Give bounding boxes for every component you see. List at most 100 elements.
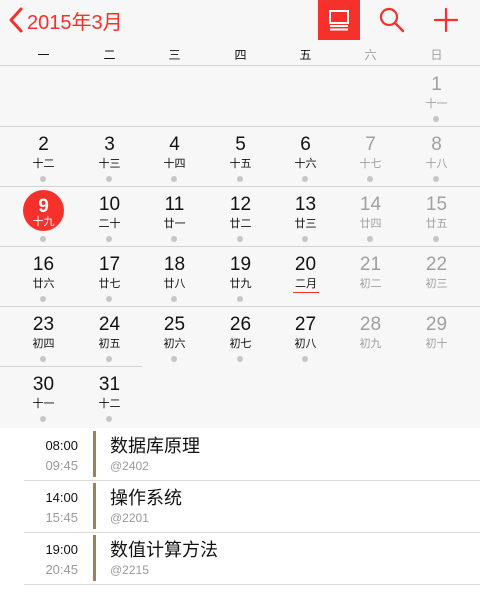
day-cell[interactable]: 10 二十 — [77, 187, 142, 247]
event-dot — [106, 176, 112, 182]
chevron-left-icon — [9, 7, 23, 33]
day-cell[interactable]: 18 廿八 — [142, 247, 207, 307]
day-number: 10 — [98, 194, 121, 215]
lunar-date: 廿一 — [163, 218, 186, 230]
day-number: 17 — [98, 254, 121, 275]
day-cell[interactable]: 29 初十 — [404, 307, 469, 367]
event-dot — [106, 416, 112, 422]
event-start-time: 14:00 — [45, 490, 78, 505]
weekday-header: 一 二 三 四 五 六 日 — [0, 40, 480, 66]
event-dot — [40, 296, 46, 302]
day-number: 31 — [98, 374, 121, 395]
day-number: 30 — [32, 374, 55, 395]
day-number: 25 — [163, 314, 186, 335]
day-cell[interactable]: 21 初二 — [338, 247, 403, 307]
nav-bar: 2015年3月 — [0, 0, 480, 40]
day-number: 5 — [235, 134, 246, 155]
lunar-date: 十六 — [294, 158, 317, 170]
day-cell[interactable]: 26 初七 — [208, 307, 273, 367]
event-start-time: 19:00 — [45, 542, 78, 557]
weekday-label: 六 — [364, 48, 377, 62]
lunar-date: 初六 — [163, 338, 186, 350]
day-cell[interactable]: 8 十八 — [404, 127, 469, 187]
day-cell[interactable]: 27 初八 — [273, 307, 338, 367]
list-view-button[interactable] — [318, 0, 360, 40]
event-item[interactable]: 14:00 15:45 操作系统 @2201 — [0, 480, 480, 532]
day-cell[interactable]: 20 二月 — [273, 247, 338, 307]
event-dot — [171, 236, 177, 242]
event-dot — [237, 176, 243, 182]
lunar-date: 十一 — [32, 398, 55, 410]
lunar-date: 十七 — [359, 158, 382, 170]
day-cell[interactable]: 23 初四 — [11, 307, 76, 367]
day-number: 26 — [229, 314, 252, 335]
day-cell[interactable]: 31 十二 — [77, 367, 142, 427]
event-dot — [302, 176, 308, 182]
lunar-date: 初四 — [32, 338, 55, 350]
day-cell[interactable]: 28 初九 — [338, 307, 403, 367]
day-cell[interactable]: 14 廿四 — [338, 187, 403, 247]
event-dot — [40, 176, 46, 182]
day-cell[interactable]: 25 初六 — [142, 307, 207, 367]
day-cell[interactable]: 13 廿三 — [273, 187, 338, 247]
event-location: @2402 — [110, 459, 149, 473]
event-end-time: 09:45 — [45, 458, 78, 473]
weekday-label: 三 — [168, 48, 181, 62]
event-list: 08:00 09:45 数据库原理 @2402 14:00 15:45 操作系统 @2201 1… — [0, 428, 480, 607]
day-number: 24 — [98, 314, 121, 335]
day-number: 4 — [169, 134, 180, 155]
day-number: 23 — [32, 314, 55, 335]
day-cell[interactable]: 15 廿五 — [404, 187, 469, 247]
day-cell[interactable]: 4 十四 — [142, 127, 207, 187]
day-number: 19 — [229, 254, 252, 275]
lunar-date: 廿八 — [163, 278, 186, 290]
day-number: 18 — [163, 254, 186, 275]
event-title: 数值计算方法 — [110, 540, 218, 560]
lunar-date: 二月 — [293, 278, 319, 293]
day-cell[interactable]: 5 十五 — [208, 127, 273, 187]
day-number: 15 — [425, 194, 448, 215]
day-cell[interactable]: 2 十二 — [11, 127, 76, 187]
day-number: 9 — [38, 196, 49, 217]
back-to-month-button[interactable]: 2015年3月 — [8, 4, 123, 36]
day-cell[interactable]: 16 廿六 — [11, 247, 76, 307]
day-number: 22 — [425, 254, 448, 275]
day-cell[interactable]: 6 十六 — [273, 127, 338, 187]
day-cell[interactable]: 9 十九 — [11, 187, 76, 247]
lunar-date: 初五 — [98, 338, 121, 350]
search-icon — [379, 7, 405, 33]
day-cell[interactable]: 7 十七 — [338, 127, 403, 187]
lunar-date: 廿四 — [359, 218, 382, 230]
day-cell[interactable]: 1 十一 — [404, 67, 469, 127]
day-cell[interactable]: 30 十一 — [11, 367, 76, 427]
lunar-date: 十九 — [32, 216, 55, 228]
lunar-date: 廿七 — [98, 278, 121, 290]
lunar-date: 初十 — [425, 338, 448, 350]
day-cell[interactable]: 22 初三 — [404, 247, 469, 307]
day-cell[interactable]: 19 廿九 — [208, 247, 273, 307]
day-number: 7 — [365, 134, 376, 155]
day-cell[interactable]: 11 廿一 — [142, 187, 207, 247]
event-item[interactable]: 08:00 09:45 数据库原理 @2402 — [0, 428, 480, 480]
day-cell[interactable]: 12 廿二 — [208, 187, 273, 247]
event-item[interactable]: 19:00 20:45 数值计算方法 @2215 — [0, 532, 480, 584]
day-cell[interactable]: 24 初五 — [77, 307, 142, 367]
lunar-date: 十一 — [425, 98, 448, 110]
event-dot — [367, 236, 373, 242]
day-cell[interactable]: 3 十三 — [77, 127, 142, 187]
lunar-date: 初九 — [359, 338, 382, 350]
event-dot — [302, 236, 308, 242]
day-number: 27 — [294, 314, 317, 335]
day-cell[interactable]: 17 廿七 — [77, 247, 142, 307]
event-dot — [237, 296, 243, 302]
event-dot — [106, 236, 112, 242]
search-button[interactable] — [378, 6, 406, 34]
lunar-date: 十二 — [32, 158, 55, 170]
weekday-label: 日 — [430, 48, 443, 62]
day-number: 21 — [359, 254, 382, 275]
add-event-button[interactable] — [432, 6, 460, 34]
event-dot — [433, 236, 439, 242]
list-view-icon — [329, 10, 349, 31]
event-dot — [40, 236, 46, 242]
plus-icon — [433, 7, 459, 33]
